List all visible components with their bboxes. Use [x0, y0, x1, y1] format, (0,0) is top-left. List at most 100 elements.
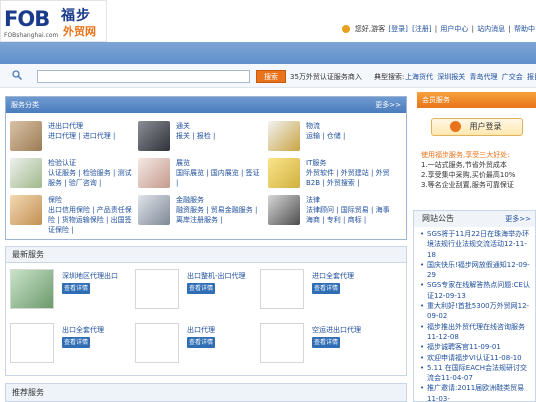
category-links[interactable]: 出口信用保险 | 产品责任保险 | 货物运输保险 | 出国签证保险 |	[48, 205, 136, 235]
category-links[interactable]: 融资服务 | 贸易金融服务 | 离岸注册服务 |	[176, 205, 264, 225]
service-card: 出口全套代理 查看详情	[10, 323, 135, 371]
view-details-button[interactable]: 查看详情	[62, 337, 90, 348]
search-icon	[12, 70, 22, 80]
category-import-export-agent: 进出口代理 进口代理 | 进口代理 |	[10, 121, 138, 161]
search-button[interactable]: 搜索	[256, 70, 286, 83]
handshake-image	[10, 121, 42, 151]
notice-item[interactable]: SGS将于11月22日在珠海举办环境法规行业法规交流活动12-11-18	[420, 229, 533, 260]
notice-item[interactable]: 国庆快乐!福步网放假通知12-09-29	[420, 260, 533, 281]
inspection-image	[10, 158, 42, 188]
member-services-title: 会员服务	[422, 96, 450, 104]
finance-image	[138, 195, 170, 225]
notice-item[interactable]: 重大利好!首批5300万外贸网12-09-02	[420, 301, 533, 322]
service-thumbnail[interactable]	[135, 269, 179, 309]
register-link[interactable]: [注册]	[412, 25, 431, 33]
category-links[interactable]: 国际展览 | 国内展览 | 签证 |	[176, 168, 264, 188]
service-thumbnail[interactable]	[135, 323, 179, 363]
logo-brand: FOB	[4, 7, 50, 31]
top-banner-bar	[0, 42, 536, 64]
user-icon	[341, 25, 350, 33]
user-icon	[450, 121, 461, 132]
view-details-button[interactable]: 查看详情	[62, 283, 90, 294]
benefit-item: 3.等名企业刮置,服务可靠保证	[421, 181, 514, 189]
site-messages-link[interactable]: 站内消息	[477, 25, 505, 33]
typical-search-tags: 上海货代 深圳报关 青岛代理 广交会 报目	[405, 72, 536, 82]
service-card: 空运进出口代理 查看详情	[260, 323, 385, 371]
service-title[interactable]: 空运进出口代理	[312, 325, 361, 335]
category-customs: 通关 报关 | 报检 |	[138, 121, 266, 161]
notice-more-link[interactable]: 更多>>	[505, 211, 531, 227]
service-thumbnail[interactable]	[260, 323, 304, 363]
member-intro-rest: 享受三大好处:	[465, 151, 510, 159]
service-thumbnail[interactable]	[260, 269, 304, 309]
category-title[interactable]: 保险	[48, 195, 62, 205]
member-intro-highlight: 使用福步服务,	[421, 151, 466, 159]
category-links[interactable]: 外贸软件 | 外贸建站 | 外贸B2B | 外贸搜索 |	[306, 168, 394, 188]
notice-item[interactable]: 推广邀请:2011届欧洲鞋类贸易11-03-	[420, 383, 533, 402]
notice-item[interactable]: 福步推出外贸代理在线咨询服务11-12-08	[420, 322, 533, 343]
search-tag[interactable]: 上海货代	[405, 73, 433, 81]
service-title[interactable]: 出口代理	[187, 325, 215, 335]
notice-item[interactable]: SGS专家在线解答热点问题:CE认证12-09-13	[420, 280, 533, 301]
legal-image	[268, 195, 300, 225]
site-notice-header: 网站公告 更多>>	[414, 211, 535, 227]
category-exhibition: 展览 国际展览 | 国内展览 | 签证 |	[138, 158, 266, 198]
category-links[interactable]: 认证服务 | 检验服务 | 测试服务 | 验厂咨询 |	[48, 168, 136, 188]
view-details-button[interactable]: 查看详情	[312, 337, 340, 348]
view-details-button[interactable]: 查看详情	[312, 283, 340, 294]
search-row: 搜索 35万外贸认证服务商入 典型搜索: 上海货代 深圳报关 青岛代理 广交会 …	[0, 64, 536, 88]
customs-image	[138, 121, 170, 151]
category-title[interactable]: 物流	[306, 121, 320, 131]
search-tag[interactable]: 报目	[527, 73, 536, 81]
notice-item[interactable]: 5.11 在国际EACH会法规研讨交流会11-04-07	[420, 363, 533, 384]
service-title[interactable]: 出口整机-出口代理	[187, 271, 246, 281]
service-title[interactable]: 出口全套代理	[62, 325, 104, 335]
greeting: 您好,游客	[354, 25, 386, 33]
site-logo[interactable]: FOB 福步 外贸网 FOBshanghai.com	[0, 0, 107, 42]
service-thumbnail[interactable]	[10, 269, 54, 309]
category-title[interactable]: 检验认证	[48, 158, 76, 168]
category-title[interactable]: 通关	[176, 121, 190, 131]
service-title[interactable]: 深圳地区代理出口	[62, 271, 118, 281]
latest-services-panel: 最新服务 深圳地区代理出口 查看详情 出口整机-出口代理 查看详情 进口全套代理…	[5, 246, 407, 376]
service-more-link[interactable]: 更多>>	[375, 97, 401, 113]
latest-services-title: 最新服务	[6, 247, 406, 263]
category-finance: 金融服务 融资服务 | 贸易金融服务 | 离岸注册服务 |	[138, 195, 266, 235]
service-title[interactable]: 进口全套代理	[312, 271, 354, 281]
notice-item[interactable]: 福步诚聘客官11-09-01	[420, 342, 533, 353]
category-title[interactable]: 金融服务	[176, 195, 204, 205]
user-center-link[interactable]: 用户中心	[440, 25, 468, 33]
search-tag[interactable]: 深圳报关	[437, 73, 465, 81]
search-tag[interactable]: 广交会	[502, 73, 523, 81]
category-links[interactable]: 运输 | 仓储 |	[306, 131, 394, 141]
category-title[interactable]: 进出口代理	[48, 121, 83, 131]
category-insurance: 保险 出口信用保险 | 产品责任保险 | 货物运输保险 | 出国签证保险 |	[10, 195, 138, 235]
search-tag[interactable]: 青岛代理	[469, 73, 497, 81]
category-links[interactable]: 法律顾问 | 国际贸易 | 海事海商 | 专利 | 商标 |	[306, 205, 394, 225]
category-links[interactable]: 进口代理 | 进口代理 |	[48, 131, 136, 141]
category-links[interactable]: 报关 | 报检 |	[176, 131, 264, 141]
service-card: 出口代理 查看详情	[135, 323, 260, 371]
notice-list: SGS将于11月22日在珠海举办环境法规行业法规交流活动12-11-18 国庆快…	[414, 227, 535, 402]
service-card: 深圳地区代理出口 查看详情	[10, 269, 135, 317]
login-link[interactable]: [登录]	[388, 25, 407, 33]
category-logistics: 物流 运输 | 仓储 |	[268, 121, 396, 161]
category-title[interactable]: 法律	[306, 195, 320, 205]
user-login-button[interactable]: 用户登录	[431, 118, 523, 136]
insurance-image	[10, 195, 42, 225]
help-link[interactable]: 帮助中	[514, 25, 535, 33]
view-details-button[interactable]: 查看详情	[187, 283, 215, 294]
service-thumbnail[interactable]	[10, 323, 54, 363]
benefit-item: 1.一站式服务,节省外贸成本	[421, 161, 507, 169]
search-input[interactable]	[37, 70, 250, 83]
recommended-services-header: 推荐服务	[5, 383, 407, 402]
category-title[interactable]: IT服务	[306, 158, 326, 168]
category-it-services: IT服务 外贸软件 | 外贸建站 | 外贸B2B | 外贸搜索 |	[268, 158, 396, 198]
user-login-label: 用户登录	[469, 122, 502, 131]
site-notice-panel: 网站公告 更多>> SGS将于11月22日在珠海举办环境法规行业法规交流活动12…	[413, 210, 536, 402]
category-title[interactable]: 展览	[176, 158, 190, 168]
notice-item[interactable]: 欢迎申请福步VI认证11-08-10	[420, 353, 533, 364]
service-categories-header: 服务分类 更多>>	[6, 97, 406, 113]
view-details-button[interactable]: 查看详情	[187, 337, 215, 348]
logo-cn-sub: 外贸网	[63, 25, 96, 38]
